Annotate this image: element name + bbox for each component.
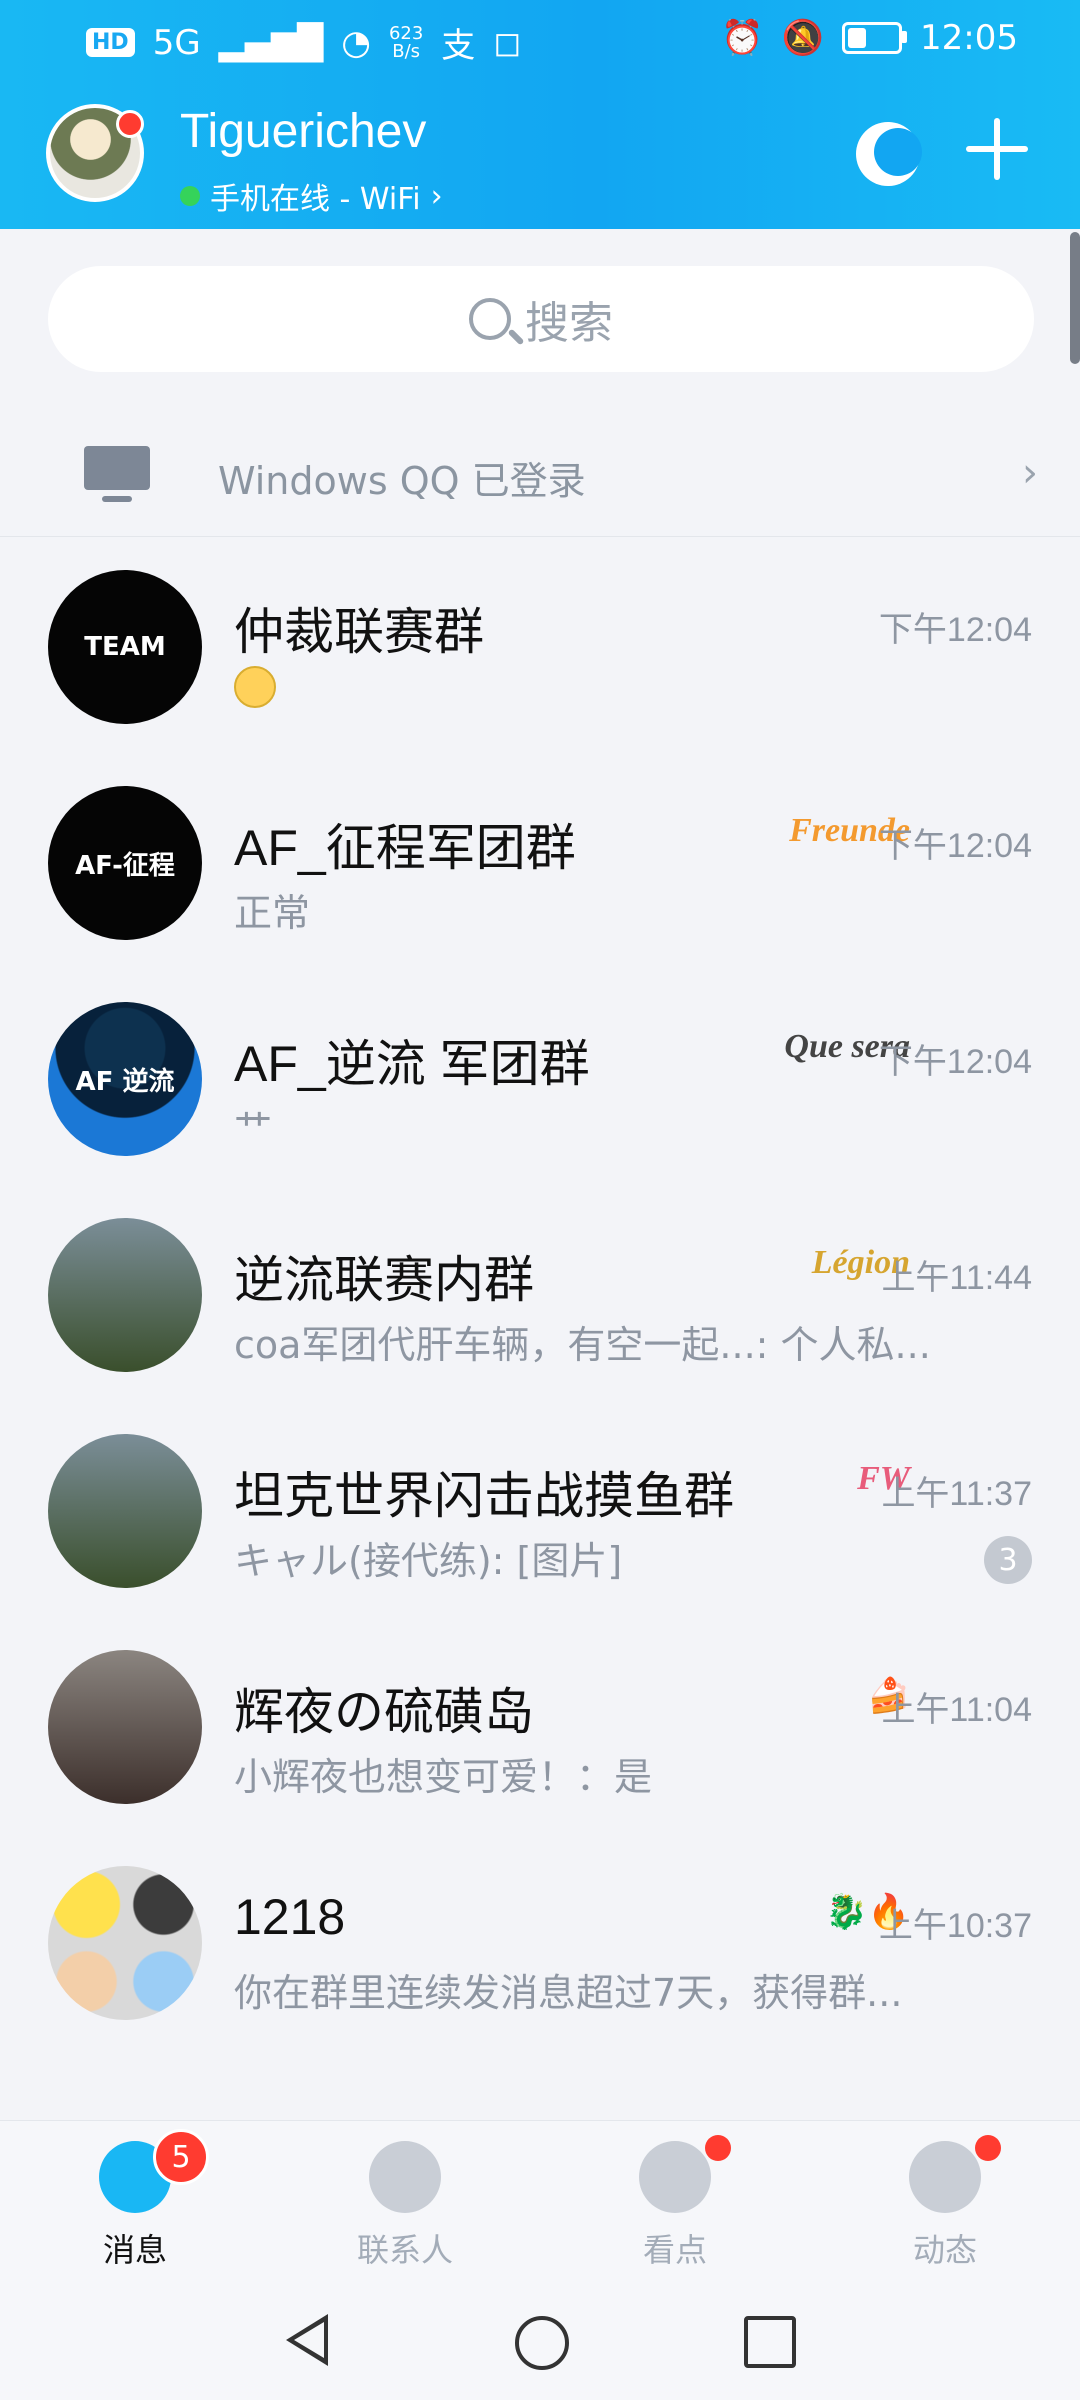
online-icon bbox=[180, 186, 200, 206]
chat-title: 1218 bbox=[234, 1889, 346, 1945]
top-bar: HD 5G ▂▄▆█ ◔ 623 B/s 支 ◻ ⏰ 🔕 12:05 Tigue… bbox=[0, 0, 1080, 229]
device-login-text: Windows QQ 已登录 bbox=[218, 459, 586, 503]
group-avatar: AF 逆流 bbox=[48, 1002, 202, 1156]
notification-dot bbox=[705, 2135, 731, 2161]
chat-preview bbox=[234, 666, 276, 717]
chat-preview: 小辉夜也想变可爱！：是 bbox=[234, 1755, 653, 1799]
contacts-icon bbox=[369, 2141, 441, 2213]
search-input[interactable]: 搜索 bbox=[48, 266, 1034, 372]
group-avatar: TEAM bbox=[48, 570, 202, 724]
emoji-icon bbox=[234, 666, 276, 708]
online-status[interactable]: 手机在线 - WiFi › bbox=[180, 174, 443, 218]
hd-indicator: HD bbox=[86, 28, 135, 57]
chat-list: TEAM 仲裁联赛群 下午12:04 AF-征程 AF_征程军团群 正常 Fre… bbox=[0, 536, 1080, 2048]
chat-preview: 正常 bbox=[234, 891, 311, 935]
scroll-indicator bbox=[1070, 232, 1080, 364]
chat-title: AF_征程军团群 bbox=[234, 820, 576, 876]
list-item[interactable]: 坦克世界闪击战摸鱼群 キャル(接代练): [图片] FW 上午11:37 3 bbox=[0, 1400, 1080, 1616]
battery-icon bbox=[842, 22, 908, 54]
notification-dot bbox=[975, 2135, 1001, 2161]
chat-title: 辉夜の硫磺岛 bbox=[234, 1684, 534, 1740]
back-icon[interactable] bbox=[286, 2314, 328, 2366]
recent-apps-icon[interactable] bbox=[744, 2316, 796, 2368]
search-icon bbox=[469, 298, 511, 340]
list-item[interactable]: 辉夜の硫磺岛 小辉夜也想变可爱！：是 🍰 上午11:04 bbox=[0, 1616, 1080, 1832]
chat-time: 上午11:04 bbox=[881, 1691, 1032, 1729]
search-placeholder: 搜索 bbox=[525, 298, 613, 349]
tab-contacts[interactable]: 联系人 bbox=[270, 2121, 540, 2281]
chat-time: 下午12:04 bbox=[878, 611, 1032, 649]
network-speed: 623 B/s bbox=[388, 22, 424, 62]
chat-title: 坦克世界闪击战摸鱼群 bbox=[234, 1468, 734, 1524]
mute-icon: 🔕 bbox=[781, 18, 825, 58]
chat-time: 上午10:37 bbox=[878, 1907, 1032, 1945]
list-item[interactable]: 1218 你在群里连续发消息超过7天，获得群... 🐉🔥 上午10:37 bbox=[0, 1832, 1080, 2048]
tab-messages[interactable]: 5 消息 bbox=[0, 2121, 270, 2281]
bottom-nav: 5 消息 联系人 看点 动态 bbox=[0, 2120, 1080, 2281]
signal-indicator: 5G bbox=[152, 22, 201, 63]
status-right: ⏰ 🔕 12:05 bbox=[721, 18, 1018, 58]
chat-title: 逆流联赛内群 bbox=[234, 1252, 534, 1308]
chat-preview: 艹 bbox=[234, 1107, 273, 1151]
chevron-right-icon: › bbox=[1022, 450, 1038, 496]
list-item[interactable]: AF 逆流 AF_逆流 军团群 艹 Que sera 下午12:04 bbox=[0, 968, 1080, 1184]
status-left: HD 5G ▂▄▆█ ◔ 623 B/s 支 ◻ bbox=[86, 18, 522, 67]
group-avatar: AF-征程 bbox=[48, 786, 202, 940]
add-icon[interactable] bbox=[966, 118, 1028, 180]
system-navigation-bar bbox=[0, 2280, 1080, 2400]
group-avatar bbox=[48, 1650, 202, 1804]
chat-preview: coa军团代肝车辆，有空一起...: 个人私... bbox=[234, 1323, 931, 1367]
chat-time: 上午11:44 bbox=[881, 1259, 1032, 1297]
signal-icon: ▂▄▆█ bbox=[218, 22, 324, 63]
group-avatar bbox=[48, 1866, 202, 2020]
eye-icon bbox=[639, 2141, 711, 2213]
chat-title: AF_逆流 军团群 bbox=[234, 1036, 590, 1092]
chat-preview: キャル(接代练): [图片] bbox=[234, 1539, 623, 1583]
tab-feed[interactable]: 动态 bbox=[810, 2121, 1080, 2281]
chat-preview: 你在群里连续发消息超过7天，获得群... bbox=[234, 1971, 903, 2015]
group-avatar bbox=[48, 1218, 202, 1372]
avatar[interactable] bbox=[46, 104, 144, 202]
unread-badge: 3 bbox=[984, 1536, 1032, 1584]
list-item[interactable]: TEAM 仲裁联赛群 下午12:04 bbox=[0, 536, 1080, 752]
chat-time: 下午12:04 bbox=[878, 827, 1032, 865]
chevron-right-icon: › bbox=[430, 178, 443, 214]
chat-title: 仲裁联赛群 bbox=[234, 604, 484, 660]
alarm-icon: ⏰ bbox=[721, 18, 764, 58]
computer-icon bbox=[84, 446, 150, 502]
wifi-icon: ◔ bbox=[341, 22, 371, 63]
theme-icon[interactable] bbox=[856, 122, 922, 186]
home-icon[interactable] bbox=[515, 2316, 569, 2370]
pay-icon: 支 bbox=[441, 26, 476, 66]
status-bar: HD 5G ▂▄▆█ ◔ 623 B/s 支 ◻ ⏰ 🔕 12:05 bbox=[0, 0, 1080, 78]
chat-time: 下午12:04 bbox=[878, 1043, 1032, 1081]
device-login-row[interactable]: Windows QQ 已登录 › bbox=[0, 410, 1080, 537]
unread-count-badge: 5 bbox=[153, 2129, 209, 2185]
planet-icon bbox=[909, 2141, 981, 2213]
list-item[interactable]: AF-征程 AF_征程军团群 正常 Freunde 下午12:04 bbox=[0, 752, 1080, 968]
group-avatar bbox=[48, 1434, 202, 1588]
tab-highlights[interactable]: 看点 bbox=[540, 2121, 810, 2281]
notification-dot bbox=[116, 110, 144, 138]
chat-time: 上午11:37 bbox=[881, 1475, 1032, 1513]
username[interactable]: Tiguerichev bbox=[180, 104, 426, 159]
app-icon: ◻ bbox=[493, 22, 522, 63]
list-item[interactable]: 逆流联赛内群 coa军团代肝车辆，有空一起...: 个人私... Légion … bbox=[0, 1184, 1080, 1400]
clock: 12:05 bbox=[920, 18, 1018, 58]
